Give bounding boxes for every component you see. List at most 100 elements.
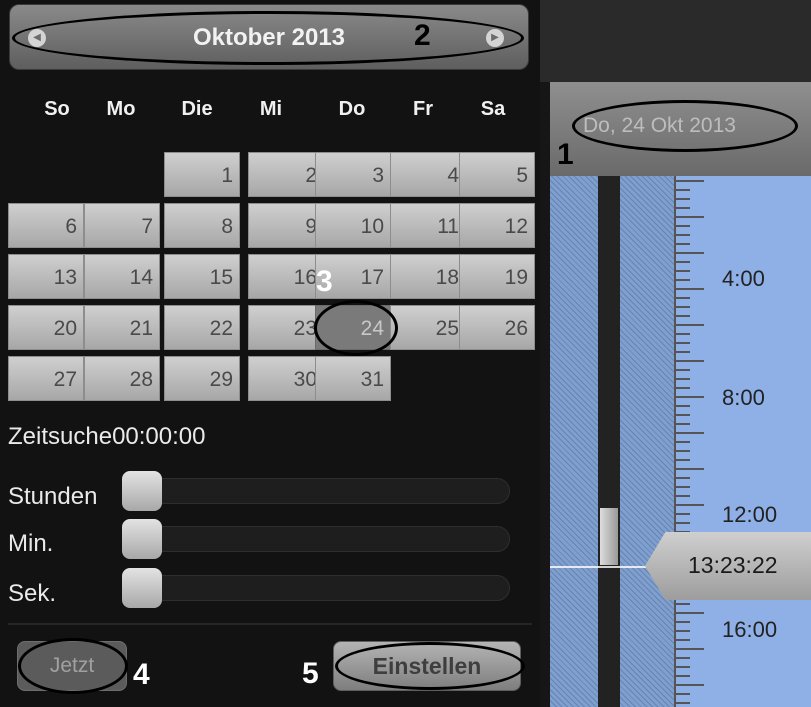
hours-slider-thumb[interactable]: [122, 471, 162, 511]
ruler-tick: [676, 648, 704, 650]
ruler-tick: [676, 324, 704, 326]
calendar-day[interactable]: 9: [248, 203, 324, 248]
ruler-tick: [676, 315, 690, 317]
weekday-header: Die: [181, 98, 213, 120]
calendar-day[interactable]: 27: [8, 356, 84, 401]
calendar-day[interactable]: 22: [164, 305, 240, 350]
calendar-day[interactable]: 1: [164, 152, 240, 197]
ruler-tick: [676, 297, 690, 299]
ruler-tick: [676, 459, 690, 461]
time-cursor-line: [550, 566, 660, 568]
ruler-tick: [676, 477, 690, 479]
minutes-slider-thumb[interactable]: [122, 519, 162, 559]
ruler-tick: [676, 180, 704, 182]
seconds-slider-label: Sek.: [8, 580, 57, 607]
ruler-tick: [676, 351, 690, 353]
weekday-header: Fr: [413, 98, 433, 120]
ruler-tick: [676, 522, 690, 524]
ruler-tick: [676, 216, 704, 218]
calendar-day[interactable]: 21: [84, 305, 160, 350]
ruler-tick: [676, 603, 690, 605]
panel-divider: [8, 623, 532, 625]
calendar-day[interactable]: 20: [8, 305, 84, 350]
ruler-tick: [676, 495, 690, 497]
ruler-tick: [676, 369, 690, 371]
ruler-tick: [676, 279, 690, 281]
annotation-ring-apply: [335, 642, 525, 690]
weekday-header: Sa: [480, 98, 506, 120]
ruler-tick: [676, 612, 704, 614]
calendar-day[interactable]: 14: [84, 254, 160, 299]
weekday-header: Do: [338, 98, 366, 120]
timeline-scroll-thumb[interactable]: [600, 508, 618, 565]
ruler-tick: [676, 378, 690, 380]
ruler-tick: [676, 234, 690, 236]
ruler-tick: [676, 630, 690, 632]
hours-slider-track[interactable]: [122, 478, 510, 504]
calendar-day[interactable]: 13: [8, 254, 84, 299]
annotation-ring-date: [572, 100, 798, 152]
timeline-scrollbar[interactable]: [598, 176, 620, 707]
minutes-slider-label: Min.: [8, 530, 54, 557]
annotation-ring-month: [12, 11, 524, 65]
ruler-tick: [676, 405, 690, 407]
hour-label: 12:00: [722, 502, 778, 527]
seconds-slider-thumb[interactable]: [122, 568, 162, 608]
calendar-day[interactable]: 10: [315, 203, 391, 248]
annotation-number: 4: [133, 658, 150, 691]
calendar-day[interactable]: 16: [248, 254, 324, 299]
calendar-day[interactable]: 28: [84, 356, 160, 401]
ruler-tick: [676, 666, 690, 668]
calendar-day[interactable]: 8: [164, 203, 240, 248]
calendar-day[interactable]: 2: [248, 152, 324, 197]
calendar-day[interactable]: 29: [164, 356, 240, 401]
ruler-tick: [676, 270, 690, 272]
calendar-day[interactable]: 26: [459, 305, 535, 350]
weekday-header: Mi: [259, 98, 283, 120]
ruler-tick: [676, 423, 690, 425]
calendar-day[interactable]: 30: [248, 356, 324, 401]
ruler-tick: [676, 342, 690, 344]
calendar-day[interactable]: 5: [459, 152, 535, 197]
calendar-day[interactable]: 25: [390, 305, 466, 350]
hour-label: 16:00: [722, 617, 778, 642]
annotation-number: 1: [557, 138, 574, 171]
calendar-day[interactable]: 6: [8, 203, 84, 248]
hour-label: 4:00: [722, 266, 765, 291]
minutes-slider-track[interactable]: [122, 526, 510, 552]
ruler-tick: [676, 387, 690, 389]
ruler-tick: [676, 621, 690, 623]
ruler-tick: [676, 432, 704, 434]
calendar-day[interactable]: 7: [84, 203, 160, 248]
timeline-top-area: [540, 0, 811, 82]
ruler-tick: [676, 513, 690, 515]
ruler-tick: [676, 639, 690, 641]
time-search-label: Zeitsuche00:00:00: [8, 423, 205, 451]
ruler-tick: [676, 441, 690, 443]
ruler-tick: [676, 333, 690, 335]
time-search-title: Zeitsuche: [8, 423, 113, 450]
calendar-day[interactable]: 15: [164, 254, 240, 299]
ruler-tick: [676, 486, 690, 488]
calendar-day[interactable]: 23: [248, 305, 324, 350]
ruler-tick: [676, 693, 690, 695]
calendar-day[interactable]: 3: [315, 152, 391, 197]
ruler-tick: [676, 657, 690, 659]
ruler-tick: [676, 198, 690, 200]
time-search-value: 00:00:00: [112, 423, 206, 450]
seconds-slider-track[interactable]: [122, 575, 510, 601]
calendar-day[interactable]: 4: [390, 152, 466, 197]
calendar-day[interactable]: 19: [459, 254, 535, 299]
calendar-day[interactable]: 18: [390, 254, 466, 299]
ruler-tick: [676, 252, 704, 254]
calendar-day[interactable]: 11: [390, 203, 466, 248]
calendar-day[interactable]: 12: [459, 203, 535, 248]
ruler-tick: [676, 702, 690, 704]
ruler-tick: [676, 468, 704, 470]
ruler-tick: [676, 360, 704, 362]
ruler-tick: [676, 207, 690, 209]
ruler-tick: [676, 675, 690, 677]
calendar-day[interactable]: 31: [315, 356, 391, 401]
weekday-header: Mo: [106, 98, 136, 120]
current-time: 13:23:22: [688, 552, 778, 578]
